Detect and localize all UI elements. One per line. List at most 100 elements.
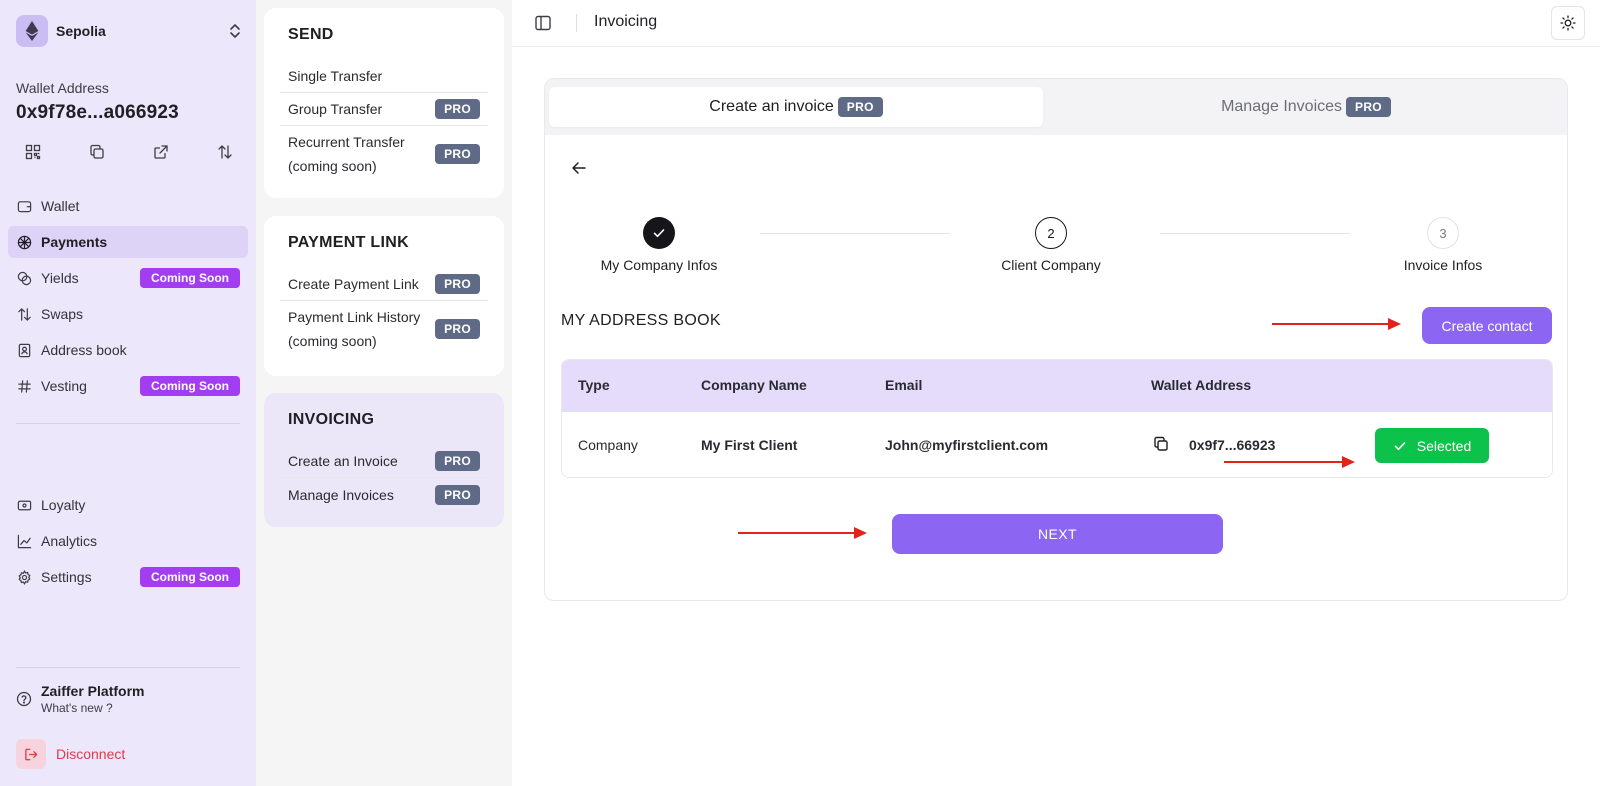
pro-badge: PRO	[435, 319, 480, 339]
chevron-up-down-icon	[230, 24, 240, 38]
top-header: Invoicing	[512, 0, 1600, 47]
sidebar: Sepolia Wallet Address 0x9f78e...a066923…	[0, 0, 256, 786]
external-link-icon[interactable]	[152, 143, 170, 161]
tab-create-invoice[interactable]: Create an invoice PRO	[549, 87, 1043, 127]
cell-wallet-address: 0x9f7...66923	[1189, 437, 1276, 453]
copy-icon[interactable]	[1153, 436, 1169, 452]
submenu-group-transfer[interactable]: Group Transfer PRO	[280, 93, 488, 126]
ticket-icon	[16, 497, 32, 513]
page-title: Invoicing	[594, 13, 658, 30]
submenu-single-transfer[interactable]: Single Transfer	[280, 60, 488, 93]
help-circle-icon	[16, 691, 32, 707]
copy-icon[interactable]	[88, 143, 106, 161]
step-my-company-infos[interactable]: My Company Infos	[579, 217, 739, 273]
sidebar-item-vesting[interactable]: Vesting Coming Soon	[8, 370, 248, 402]
payment-link-title: PAYMENT LINK	[288, 234, 409, 251]
sidebar-item-label: Swaps	[41, 306, 84, 322]
pro-badge: PRO	[837, 97, 883, 117]
invoice-panel: Create an invoice PRO Manage Invoices PR…	[544, 78, 1568, 601]
step-label: Client Company	[1001, 257, 1101, 273]
header-divider	[576, 14, 577, 32]
sidebar-item-settings[interactable]: Settings Coming Soon	[8, 561, 248, 593]
sidebar-item-yields[interactable]: Yields Coming Soon	[8, 262, 248, 294]
sidebar-item-analytics[interactable]: Analytics	[8, 525, 248, 557]
submenu-create-payment-link[interactable]: Create Payment Link PRO	[280, 268, 488, 301]
sidebar-main-nav: Wallet Payments Yields Coming Soon Swaps…	[8, 190, 248, 406]
sidebar-item-loyalty[interactable]: Loyalty	[8, 489, 248, 521]
invoicing-title: INVOICING	[288, 411, 375, 428]
selected-button[interactable]: Selected	[1375, 428, 1489, 463]
theme-toggle-button[interactable]	[1551, 6, 1585, 40]
sidebar-toggle-icon[interactable]	[534, 14, 552, 32]
payments-icon	[16, 234, 32, 250]
sidebar-divider	[16, 667, 240, 668]
pro-badge: PRO	[1346, 97, 1391, 117]
payment-link-card: PAYMENT LINK Create Payment Link PRO Pay…	[264, 216, 504, 376]
disconnect-label: Disconnect	[56, 746, 126, 762]
table-row[interactable]: Company My First Client John@myfirstclie…	[562, 412, 1552, 477]
sidebar-item-swaps[interactable]: Swaps	[8, 298, 248, 330]
wallet-actions	[24, 143, 234, 161]
stepper-connector	[760, 233, 950, 234]
submenu-recurrent-transfer[interactable]: Recurrent Transfer (coming soon) PRO	[280, 126, 488, 182]
invoice-stepper: My Company Infos 2 Client Company 3 Invo…	[545, 217, 1567, 277]
sidebar-item-label: Wallet	[41, 198, 80, 214]
disconnect-button[interactable]: Disconnect	[16, 739, 125, 769]
submenu-payment-link-history[interactable]: Payment Link History (coming soon) PRO	[280, 301, 488, 357]
column-header-company-name: Company Name	[701, 377, 807, 393]
coming-soon-badge: Coming Soon	[140, 376, 240, 396]
logout-icon	[16, 739, 46, 769]
annotation-arrow-icon	[1272, 318, 1401, 330]
ethereum-icon	[16, 15, 48, 47]
payments-submenu: SEND Single Transfer Group Transfer PRO …	[256, 0, 512, 786]
sidebar-divider	[16, 423, 240, 424]
annotation-arrow-icon	[1224, 456, 1355, 468]
transfer-arrows-icon[interactable]	[216, 143, 234, 161]
address-book-table: Type Company Name Email Wallet Address C…	[561, 359, 1553, 478]
next-button[interactable]: NEXT	[892, 514, 1223, 554]
sidebar-item-label: Analytics	[41, 533, 98, 549]
sidebar-item-payments[interactable]: Payments	[8, 226, 248, 258]
column-header-email: Email	[885, 377, 923, 393]
sidebar-item-label: Vesting	[41, 378, 87, 394]
column-header-wallet-address: Wallet Address	[1151, 377, 1252, 393]
qr-code-icon[interactable]	[24, 143, 42, 161]
pro-badge: PRO	[435, 99, 480, 119]
step-client-company[interactable]: 2 Client Company	[971, 217, 1131, 273]
address-book-icon	[16, 342, 32, 358]
check-icon	[1394, 441, 1406, 450]
platform-title: Zaiffer Platform	[41, 683, 145, 699]
sidebar-item-label: Loyalty	[41, 497, 86, 513]
platform-subtitle: What's new ?	[41, 701, 113, 715]
send-title: SEND	[288, 26, 334, 43]
sidebar-item-label: Payments	[41, 234, 108, 250]
wallet-address-label: Wallet Address	[16, 80, 109, 96]
sidebar-item-wallet[interactable]: Wallet	[8, 190, 248, 222]
step-invoice-infos[interactable]: 3 Invoice Infos	[1363, 217, 1523, 273]
sidebar-item-label: Address book	[41, 342, 127, 358]
network-name: Sepolia	[56, 23, 106, 39]
cell-company-name: My First Client	[701, 437, 798, 453]
submenu-manage-invoices[interactable]: Manage Invoices PRO	[280, 478, 488, 511]
step-complete-circle	[643, 217, 675, 249]
step-number: 2	[1035, 217, 1067, 249]
platform-whats-new[interactable]: Zaiffer Platform What's new ?	[16, 683, 144, 715]
network-selector[interactable]: Sepolia	[16, 15, 242, 47]
pro-badge: PRO	[435, 484, 480, 505]
submenu-create-invoice[interactable]: Create an Invoice PRO	[280, 445, 488, 478]
coming-soon-badge: Coming Soon	[140, 567, 240, 587]
wallet-icon	[16, 198, 32, 214]
swap-icon	[16, 306, 32, 322]
coins-icon	[16, 270, 32, 286]
sidebar-secondary-nav: Loyalty Analytics Settings Coming Soon	[8, 489, 248, 597]
check-icon	[653, 229, 665, 238]
arrow-left-icon[interactable]	[570, 159, 588, 177]
create-contact-button[interactable]: Create contact	[1422, 307, 1552, 344]
step-label: Invoice Infos	[1403, 257, 1483, 273]
cell-email: John@myfirstclient.com	[885, 437, 1049, 453]
sidebar-item-label: Settings	[41, 569, 92, 585]
tab-manage-invoices[interactable]: Manage Invoices PRO	[1047, 87, 1565, 127]
address-book-title: MY ADDRESS BOOK	[561, 312, 721, 329]
step-label: My Company Infos	[600, 257, 718, 273]
sidebar-item-address-book[interactable]: Address book	[8, 334, 248, 366]
